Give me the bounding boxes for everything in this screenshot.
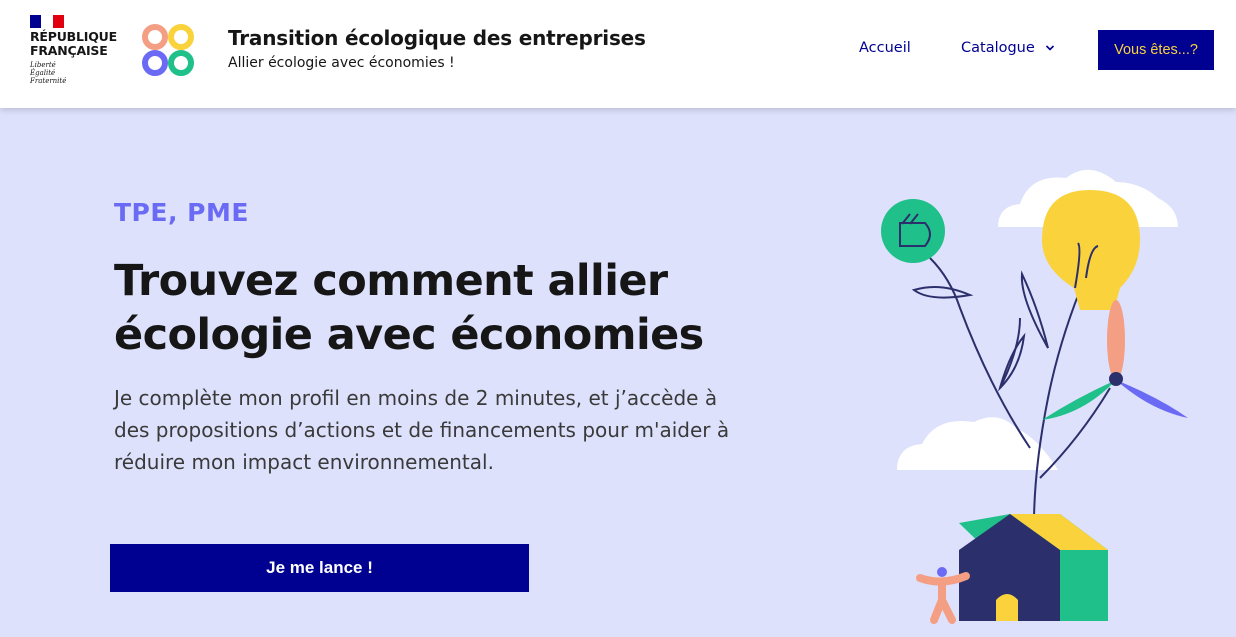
republique-francaise-logo[interactable]: RÉPUBLIQUE FRANÇAISE Liberté Égalité Fra… xyxy=(30,15,120,85)
republique-line1: RÉPUBLIQUE xyxy=(30,29,117,44)
motto: Liberté Égalité Fraternité xyxy=(30,61,120,85)
hero-kicker: TPE, PME xyxy=(114,198,249,227)
chevron-down-icon xyxy=(1045,45,1054,51)
hero-lead: Je complète mon profil en moins de 2 min… xyxy=(114,386,730,474)
nav-accueil-link[interactable]: Accueil xyxy=(859,40,911,56)
site-header: RÉPUBLIQUE FRANÇAISE Liberté Égalité Fra… xyxy=(0,0,1236,108)
motto-egalite: Égalité xyxy=(30,69,56,77)
hero-section: TPE, PME Trouvez comment allier écologie… xyxy=(0,108,1236,637)
plant-illustration xyxy=(881,169,1188,624)
je-me-lance-button[interactable]: Je me lance ! xyxy=(110,544,529,592)
hero-headline: Trouvez comment allier écologie avec éco… xyxy=(114,256,704,360)
motto-liberte: Liberté xyxy=(30,61,56,69)
flag-icon xyxy=(30,15,64,28)
republique-line2: FRANÇAISE xyxy=(30,43,108,58)
motto-fraternite: Fraternité xyxy=(30,77,67,85)
republique-label: RÉPUBLIQUE FRANÇAISE xyxy=(30,30,120,58)
nav-catalogue-label: Catalogue xyxy=(961,40,1035,56)
nav-catalogue-dropdown[interactable]: Catalogue xyxy=(961,40,1055,56)
site-title[interactable]: Transition écologique des entreprises xyxy=(228,26,646,50)
site-logo-icon[interactable] xyxy=(140,22,196,78)
site-tagline: Allier écologie avec économies ! xyxy=(228,55,455,71)
vous-etes-button[interactable]: Vous êtes...? xyxy=(1098,30,1214,70)
